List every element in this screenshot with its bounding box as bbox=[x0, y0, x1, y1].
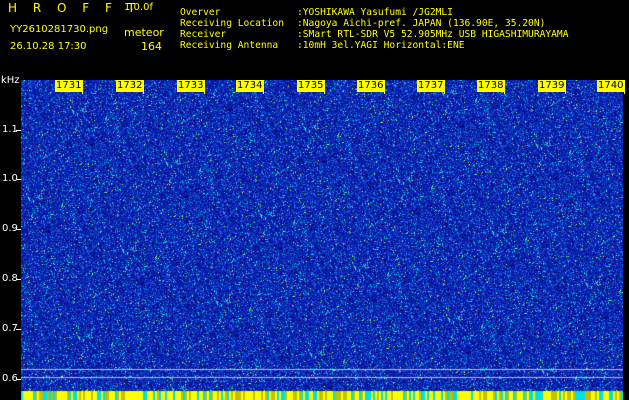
x-tick bbox=[82, 80, 83, 94]
capture-datetime: 26.10.28 17:30 bbox=[10, 41, 87, 52]
spectrogram-canvas bbox=[21, 80, 623, 400]
meta-value: :Nagoya Aichi-pref. JAPAN (136.90E, 35.2… bbox=[297, 18, 546, 29]
meta-value: :10mH 3el.YAGI Horizontal:ENE bbox=[297, 40, 465, 51]
x-tick-label: 1739 bbox=[538, 80, 566, 92]
app-version: 1.0.0f bbox=[124, 2, 153, 13]
y-axis-unit: kHz bbox=[1, 75, 20, 86]
x-tick bbox=[324, 80, 325, 94]
x-tick-label: 1740 bbox=[597, 80, 625, 92]
x-tick-label: 1735 bbox=[297, 80, 325, 92]
y-tick bbox=[16, 379, 21, 380]
x-tick-label: 1732 bbox=[116, 80, 144, 92]
x-tick bbox=[504, 80, 505, 94]
meta-antenna: Receiving Antenna :10mH 3el.YAGI Horizont… bbox=[180, 40, 465, 51]
x-tick bbox=[143, 80, 144, 94]
y-tick bbox=[16, 279, 21, 280]
x-tick-label: 1731 bbox=[55, 80, 83, 92]
spectrogram bbox=[21, 80, 623, 400]
x-tick bbox=[204, 80, 205, 94]
meta-value: :YOSHIKAWA Yasufumi /JG2MLI bbox=[297, 7, 453, 18]
y-tick bbox=[16, 329, 21, 330]
x-tick-label: 1737 bbox=[417, 80, 445, 92]
x-tick-label: 1734 bbox=[236, 80, 264, 92]
meta-label: Receiving Antenna bbox=[180, 40, 279, 51]
meta-location: Receiving Location :Nagoya Aichi-pref. JA… bbox=[180, 18, 545, 29]
meta-label: Overver bbox=[180, 7, 221, 18]
y-tick bbox=[16, 229, 21, 230]
app-name: H R O F F T bbox=[8, 1, 142, 15]
x-tick-label: 1738 bbox=[477, 80, 505, 92]
detection-count: 164 bbox=[141, 40, 162, 53]
x-tick bbox=[565, 80, 566, 94]
x-tick bbox=[444, 80, 445, 94]
x-tick-label: 1736 bbox=[357, 80, 385, 92]
meta-observer: Overver :YOSHIKAWA Yasufumi /JG2MLI bbox=[180, 7, 453, 18]
x-tick-label: 1733 bbox=[177, 80, 205, 92]
x-tick bbox=[624, 80, 625, 94]
x-tick bbox=[384, 80, 385, 94]
meta-value: :SMart RTL-SDR V5 52.905MHz USB HIGASHIM… bbox=[297, 29, 569, 40]
image-filename: YY2610281730.png bbox=[10, 24, 109, 35]
meta-label: Receiver bbox=[180, 29, 227, 40]
mode-label: meteor bbox=[124, 26, 164, 39]
meta-label: Receiving Location bbox=[180, 18, 284, 29]
meta-receiver: Receiver :SMart RTL-SDR V5 52.905MHz USB … bbox=[180, 29, 568, 40]
x-tick bbox=[263, 80, 264, 94]
y-tick bbox=[16, 179, 21, 180]
y-tick bbox=[16, 130, 21, 131]
